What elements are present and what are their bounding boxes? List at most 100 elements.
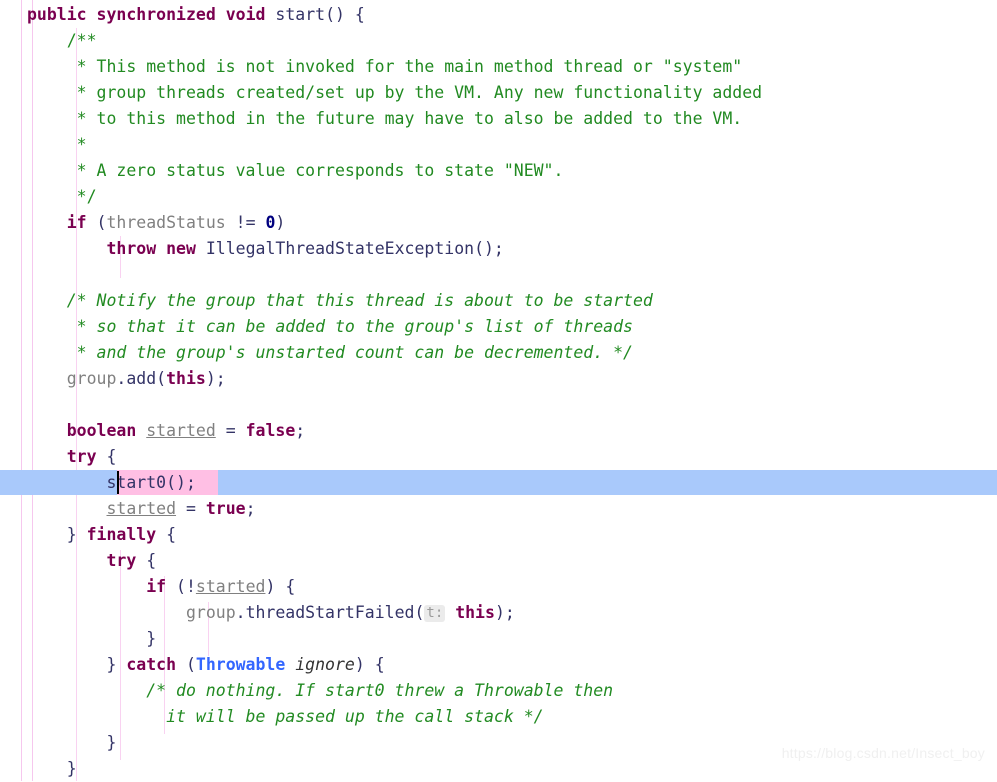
code-token: } — [27, 733, 117, 752]
code-text-area[interactable]: public synchronized void start() { /** *… — [0, 0, 997, 781]
code-token: } — [27, 525, 87, 544]
code-token: if — [146, 577, 167, 596]
code-line[interactable]: * This method is not invoked for the mai… — [27, 54, 743, 80]
code-token: ; — [295, 421, 306, 440]
code-line[interactable]: } — [27, 756, 77, 782]
code-token: throw — [106, 239, 157, 258]
code-line[interactable]: boolean started = false; — [27, 418, 305, 444]
code-token: () { — [325, 5, 365, 24]
code-token: . — [235, 603, 246, 622]
code-token: ( — [176, 655, 196, 674]
code-token: * so that it can be added to the group's… — [27, 317, 633, 336]
text-caret — [117, 471, 119, 494]
code-token: 0 — [265, 213, 276, 232]
code-token: = — [215, 421, 246, 440]
code-token: new — [166, 239, 196, 258]
code-token: . — [116, 369, 127, 388]
code-line[interactable]: started = true; — [27, 496, 256, 522]
code-token: finally — [86, 525, 157, 544]
code-line[interactable]: * and the group's unstarted count can be… — [27, 340, 633, 366]
code-line[interactable]: try { — [27, 444, 117, 470]
code-line[interactable]: } — [27, 626, 156, 652]
code-line[interactable]: * — [27, 132, 87, 158]
code-token: { — [156, 525, 177, 544]
code-token: * and the group's unstarted count can be… — [27, 343, 633, 362]
code-token: } — [27, 655, 127, 674]
code-line[interactable]: } finally { — [27, 522, 176, 548]
code-token: ( — [414, 603, 425, 622]
code-line[interactable]: /** — [27, 28, 97, 54]
code-editor[interactable]: public synchronized void start() { /** *… — [0, 0, 997, 781]
code-token: started — [146, 421, 216, 440]
code-line[interactable]: if (threadStatus != 0) — [27, 210, 286, 236]
code-token: = — [176, 499, 206, 518]
code-token: /* Notify the group that this thread is … — [27, 291, 653, 310]
code-token: void — [225, 5, 266, 24]
parameter-hint-chip: t: — [424, 605, 446, 622]
code-token: threadStartFailed — [245, 603, 415, 622]
code-line[interactable]: if (!started) { — [27, 574, 295, 600]
code-token: boolean — [66, 421, 137, 440]
code-line[interactable]: * so that it can be added to the group's… — [27, 314, 633, 340]
code-line[interactable]: } — [27, 730, 116, 756]
code-token: catch — [126, 655, 177, 674]
code-line[interactable]: public synchronized void start() { — [27, 2, 365, 28]
code-line[interactable]: throw new IllegalThreadStateException(); — [27, 236, 503, 262]
code-line[interactable]: group.add(this); — [27, 366, 226, 392]
code-token: ) — [275, 213, 286, 232]
code-token: != — [225, 213, 266, 232]
code-token: add — [126, 369, 157, 388]
code-token: this — [455, 603, 495, 622]
code-token: start0 — [106, 473, 167, 492]
code-token: /** — [27, 31, 97, 50]
code-token: { — [136, 551, 157, 570]
code-token: true — [205, 499, 246, 518]
code-line[interactable]: /* Notify the group that this thread is … — [27, 288, 653, 314]
code-token: ); — [494, 603, 515, 622]
code-token: /* do nothing. If start0 threw a Throwab… — [27, 681, 614, 700]
code-token: ) { — [265, 577, 296, 596]
code-token: Throwable — [195, 655, 286, 674]
code-token: * This method is not invoked for the mai… — [27, 57, 743, 76]
code-line[interactable]: /* do nothing. If start0 threw a Throwab… — [27, 678, 613, 704]
code-token: * — [27, 135, 87, 154]
code-line[interactable]: } catch (Throwable ignore) { — [27, 652, 384, 678]
code-token: } — [27, 759, 77, 778]
code-line[interactable]: start0(); — [27, 470, 196, 496]
code-token: this — [166, 369, 206, 388]
code-token: (); — [166, 473, 196, 492]
code-token: if — [66, 213, 87, 232]
code-token: ); — [205, 369, 226, 388]
code-token: start — [275, 5, 326, 24]
code-token: * A zero status value corresponds to sta… — [27, 161, 564, 180]
code-line[interactable]: group.threadStartFailed(t: this); — [27, 600, 515, 626]
code-line[interactable]: * to this method in the future may have … — [27, 106, 743, 132]
code-line[interactable]: * A zero status value corresponds to sta… — [27, 158, 564, 184]
code-token: false — [245, 421, 296, 440]
code-token: */ — [27, 187, 97, 206]
code-token: ; — [245, 499, 256, 518]
code-token: ignore — [295, 655, 355, 674]
code-token: started — [106, 499, 177, 518]
code-line[interactable]: try { — [27, 548, 156, 574]
code-token: try — [66, 447, 97, 466]
code-line[interactable]: it will be passed up the call stack */ — [27, 704, 544, 730]
code-line[interactable]: */ — [27, 184, 97, 210]
code-token: * to this method in the future may have … — [27, 109, 743, 128]
code-line[interactable]: * group threads created/set up by the VM… — [27, 80, 762, 106]
code-token: group — [185, 603, 236, 622]
